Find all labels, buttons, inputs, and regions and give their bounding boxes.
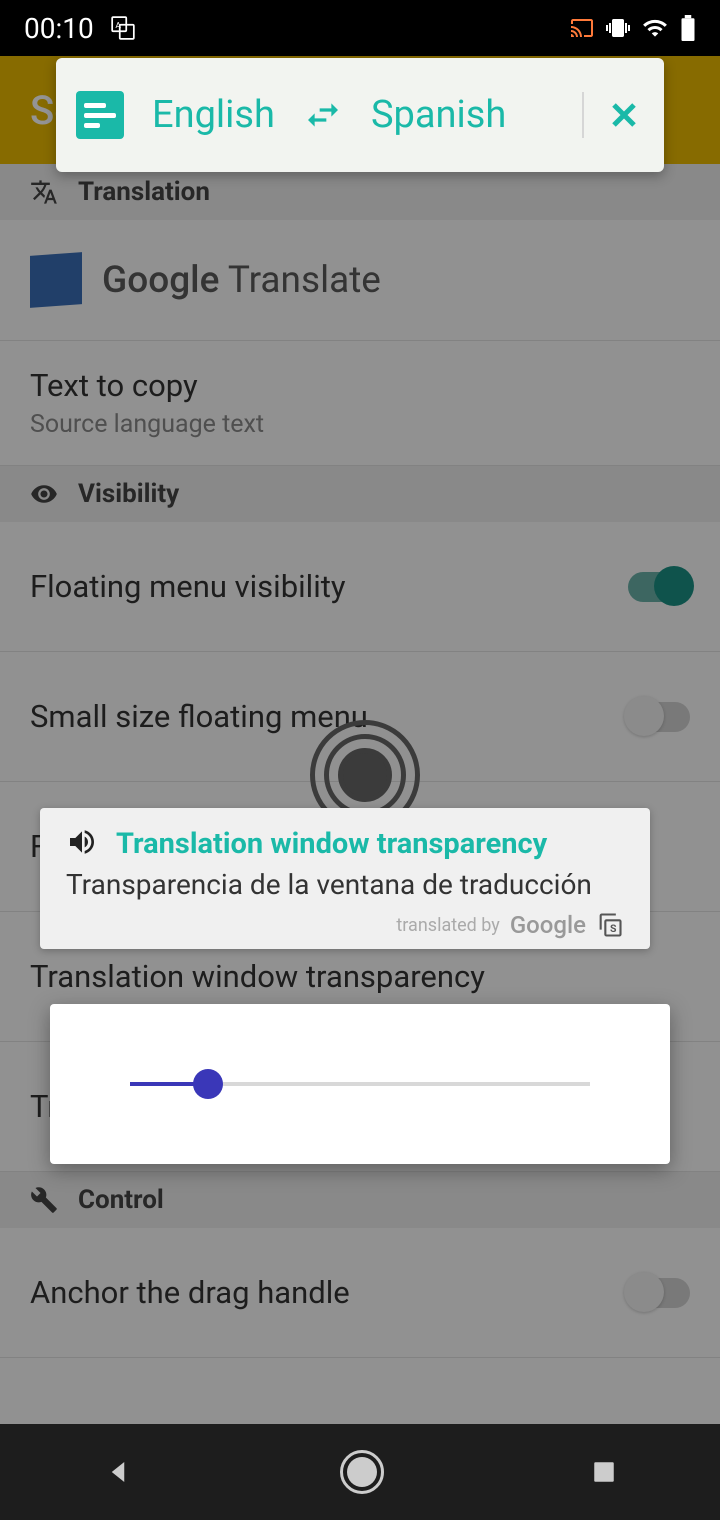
divider (582, 92, 584, 138)
modal-backdrop[interactable] (0, 0, 720, 1520)
swap-languages-button[interactable] (303, 95, 343, 135)
source-language-button[interactable]: English (152, 93, 275, 137)
translation-target-text: Transparencia de la ventana de traducció… (66, 868, 624, 901)
transparency-slider[interactable] (130, 1082, 590, 1086)
wifi-icon (642, 15, 668, 41)
battery-icon (680, 15, 696, 41)
status-time: 00:10 (24, 12, 94, 45)
svg-text:S: S (610, 922, 617, 935)
cast-icon (570, 16, 594, 40)
close-button[interactable] (604, 95, 644, 135)
back-icon (103, 1457, 133, 1487)
translate-bar: English Spanish (56, 58, 664, 172)
home-icon (340, 1450, 384, 1494)
swap-icon (303, 95, 343, 135)
translation-attribution: translated by Google S (66, 911, 624, 939)
slider-thumb[interactable] (193, 1069, 223, 1099)
target-language-button[interactable]: Spanish (371, 93, 506, 137)
translate-notification-icon: A (110, 15, 136, 41)
svg-text:A: A (115, 21, 121, 31)
vibrate-icon (606, 16, 630, 40)
speaker-button[interactable] (66, 826, 98, 862)
nav-back-button[interactable] (103, 1457, 133, 1487)
speaker-icon (66, 826, 98, 858)
nav-home-button[interactable] (340, 1450, 384, 1494)
recent-icon (591, 1459, 617, 1485)
copy-icon[interactable]: S (596, 911, 624, 939)
status-bar: 00:10 A (0, 0, 720, 56)
navigation-bar (0, 1424, 720, 1520)
close-icon (604, 95, 644, 135)
nav-recent-button[interactable] (591, 1459, 617, 1485)
translation-card[interactable]: Translation window transparency Transpar… (40, 808, 650, 949)
translate-bar-menu-icon[interactable] (76, 91, 124, 139)
translation-source-text: Translation window transparency (116, 827, 547, 861)
transparency-slider-dialog (50, 1004, 670, 1164)
